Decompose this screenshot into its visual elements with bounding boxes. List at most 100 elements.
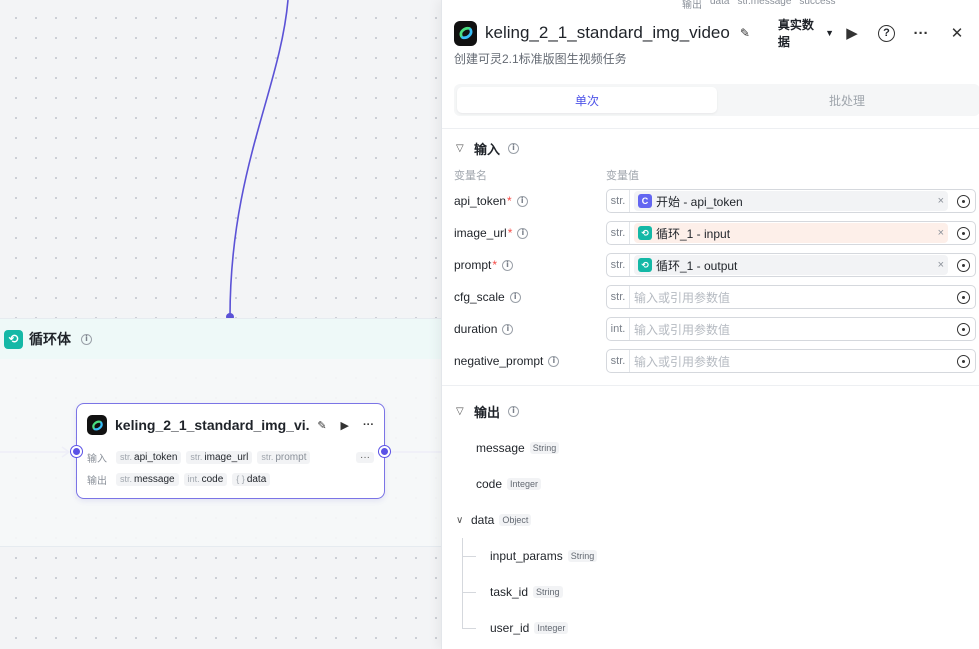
variable-picker-icon[interactable] [957, 322, 970, 336]
node-input-chip: str. prompt [257, 450, 311, 464]
node-output-label: 输出 [87, 475, 107, 487]
param-type: str. [607, 350, 630, 372]
param-type: str. [607, 286, 630, 308]
param-row: cfg_scale i str. 输入或引用参数值 [442, 281, 979, 313]
required-mark: * [507, 194, 512, 208]
info-icon[interactable]: i [517, 227, 529, 239]
param-name: cfg_scale i [454, 290, 606, 304]
node-input-chip: str. image_url [186, 450, 253, 464]
info-icon[interactable]: i [548, 355, 560, 367]
node-input-more[interactable]: ··· [356, 451, 374, 463]
run-icon[interactable]: ▶ [842, 24, 862, 42]
data-mode-dropdown[interactable]: 真实数据 ▼ [778, 16, 834, 50]
node-input-port[interactable] [71, 446, 82, 457]
more-icon[interactable]: ··· [911, 25, 931, 42]
param-row: duration i int. 输入或引用参数值 [442, 313, 979, 345]
col-value: 变量值 [606, 170, 639, 182]
param-value[interactable]: ⟲ 循环_1 - output × [630, 254, 952, 276]
variable-reference[interactable]: ⟲ 循环_1 - input × [634, 223, 948, 243]
node-output-port[interactable] [379, 446, 390, 457]
clear-icon[interactable]: × [938, 259, 944, 271]
variable-reference[interactable]: C 开始 - api_token × [634, 191, 948, 211]
node-output-chip: int. code [183, 472, 228, 486]
output-field-row: input_params String [442, 538, 979, 574]
variable-picker-icon[interactable] [957, 226, 970, 240]
tab-single[interactable]: 单次 [457, 87, 717, 113]
param-value[interactable]: ⟲ 循环_1 - input × [630, 222, 952, 244]
param-value[interactable]: 输入或引用参数值 [630, 350, 952, 372]
param-value-field[interactable]: str. ⟲ 循环_1 - output × [606, 253, 976, 277]
run-mode-tabs: 单次 批处理 [454, 84, 979, 116]
edit-icon[interactable]: ✎ [317, 419, 326, 432]
info-icon[interactable]: i [509, 291, 521, 303]
param-type: str. [607, 222, 630, 244]
param-value[interactable]: 输入或引用参数值 [630, 318, 952, 340]
variable-picker-icon[interactable] [957, 194, 970, 208]
param-name: prompt * i [454, 258, 606, 272]
panel-title: keling_2_1_standard_img_video [485, 23, 730, 42]
col-name: 变量名 [454, 170, 487, 182]
output-field-name: code [476, 477, 503, 491]
chevron-down-icon: ▽ [456, 142, 464, 154]
param-name: image_url * i [454, 226, 606, 240]
variable-picker-icon[interactable] [957, 258, 970, 272]
loop-title: 循环体 [29, 331, 71, 347]
param-name-text: prompt [454, 258, 492, 272]
param-row: prompt * i str. ⟲ 循环_1 - output × [442, 249, 979, 281]
param-name-text: api_token [454, 194, 507, 208]
tab-batch[interactable]: 批处理 [717, 87, 977, 113]
close-icon[interactable]: ✕ [947, 24, 967, 42]
app-logo-icon [87, 415, 107, 435]
param-value-field[interactable]: str. C 开始 - api_token × [606, 189, 976, 213]
variable-picker-icon[interactable] [957, 354, 970, 368]
param-value-field[interactable]: str. 输入或引用参数值 [606, 285, 976, 309]
loop-header[interactable]: ⟲ 循环体 i [0, 319, 441, 359]
reference-label: 循环_1 - output [656, 258, 738, 273]
chevron-down-icon: ▽ [456, 405, 464, 417]
loop-icon: ⟲ [638, 226, 652, 240]
info-icon[interactable]: i [502, 323, 514, 335]
info-icon[interactable]: i [502, 259, 514, 271]
param-value-field[interactable]: str. 输入或引用参数值 [606, 349, 976, 373]
play-icon[interactable]: ▶ [341, 419, 349, 432]
param-columns-header: 变量名 变量值 [442, 167, 979, 185]
param-value[interactable]: C 开始 - api_token × [630, 190, 952, 212]
reference-label: 开始 - api_token [656, 194, 743, 209]
info-icon[interactable]: i [81, 333, 92, 345]
output-field-row: task_id String [442, 574, 979, 610]
output-section-header[interactable]: ▽ 输出 i [442, 392, 979, 430]
info-icon[interactable]: i [508, 405, 520, 417]
param-type: str. [607, 190, 630, 212]
info-icon[interactable]: i [508, 142, 520, 154]
param-value-field[interactable]: str. ⟲ 循环_1 - input × [606, 221, 976, 245]
node-output-chip: str. message [116, 472, 179, 486]
variable-picker-icon[interactable] [957, 290, 970, 304]
output-field-row: user_id Integer [442, 610, 979, 646]
param-placeholder: 输入或引用参数值 [634, 290, 731, 305]
param-value-field[interactable]: int. 输入或引用参数值 [606, 317, 976, 341]
param-name-text: image_url [454, 226, 507, 240]
output-field-type: String [533, 586, 563, 598]
info-icon[interactable]: i [516, 195, 528, 207]
more-icon[interactable]: ··· [363, 419, 374, 431]
param-name: api_token * i [454, 194, 606, 208]
loop-icon: ⟲ [4, 329, 23, 349]
output-field-type: Integer [534, 622, 569, 634]
plugin-node[interactable]: keling_2_1_standard_img_vi... ✎ ▶ ··· 输入… [76, 403, 385, 499]
output-field-name: data [471, 513, 495, 527]
param-value[interactable]: 输入或引用参数值 [630, 286, 952, 308]
clear-icon[interactable]: × [938, 195, 944, 207]
clear-icon[interactable]: × [938, 227, 944, 239]
output-field-row: message String [442, 430, 979, 466]
help-icon[interactable]: ? [878, 24, 895, 42]
edit-icon[interactable]: ✎ [740, 26, 750, 40]
variable-reference[interactable]: ⟲ 循环_1 - output × [634, 255, 948, 275]
param-name-text: duration [454, 322, 498, 336]
required-mark: * [492, 258, 498, 272]
chevron-down-icon[interactable]: ∨ [456, 515, 466, 526]
param-row: negative_prompt i str. 输入或引用参数值 [442, 345, 979, 377]
input-section-header[interactable]: ▽ 输入 i [442, 129, 979, 167]
param-placeholder: 输入或引用参数值 [634, 354, 731, 369]
output-field-name: task_id [490, 585, 529, 599]
param-row: image_url * i str. ⟲ 循环_1 - input × [442, 217, 979, 249]
